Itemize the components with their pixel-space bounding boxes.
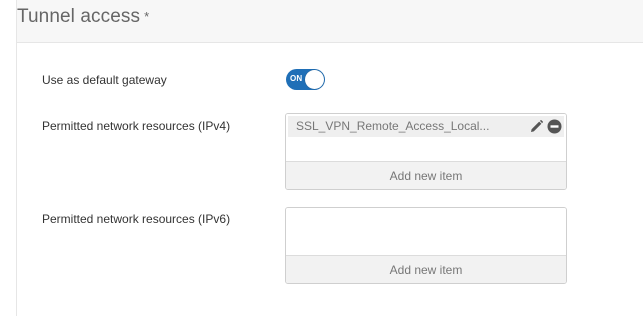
section-title-text: Tunnel access <box>17 6 141 27</box>
required-marker: * <box>144 9 150 24</box>
list-item-label: SSL_VPN_Remote_Access_Local... <box>296 119 490 133</box>
pencil-icon[interactable] <box>529 119 544 134</box>
page: Tunnel access * Use as default gateway ON… <box>0 0 643 316</box>
section-header: Tunnel access * <box>16 0 643 43</box>
toggle-knob[interactable] <box>305 70 324 89</box>
ipv6-items-area[interactable] <box>286 208 566 256</box>
ipv6-resources-list: Add new item <box>285 207 567 284</box>
ipv4-add-new-item-button[interactable]: Add new item <box>286 162 566 189</box>
ipv6-add-new-item-button[interactable]: Add new item <box>286 256 566 283</box>
default-gateway-label: Use as default gateway <box>42 73 167 87</box>
ipv4-resources-list: SSL_VPN_Remote_Access_Local... Add new i… <box>285 113 567 190</box>
ipv4-resources-label: Permitted network resources (IPv4) <box>42 119 231 133</box>
ipv6-resources-label: Permitted network resources (IPv6) <box>42 212 231 226</box>
section-title: Tunnel access * <box>17 6 149 28</box>
minus-circle-icon[interactable] <box>547 119 562 134</box>
list-item[interactable]: SSL_VPN_Remote_Access_Local... <box>288 116 564 137</box>
ipv4-items-area: SSL_VPN_Remote_Access_Local... <box>286 114 566 162</box>
default-gateway-toggle[interactable]: ON <box>286 69 325 90</box>
toggle-state-text: ON <box>290 74 303 83</box>
